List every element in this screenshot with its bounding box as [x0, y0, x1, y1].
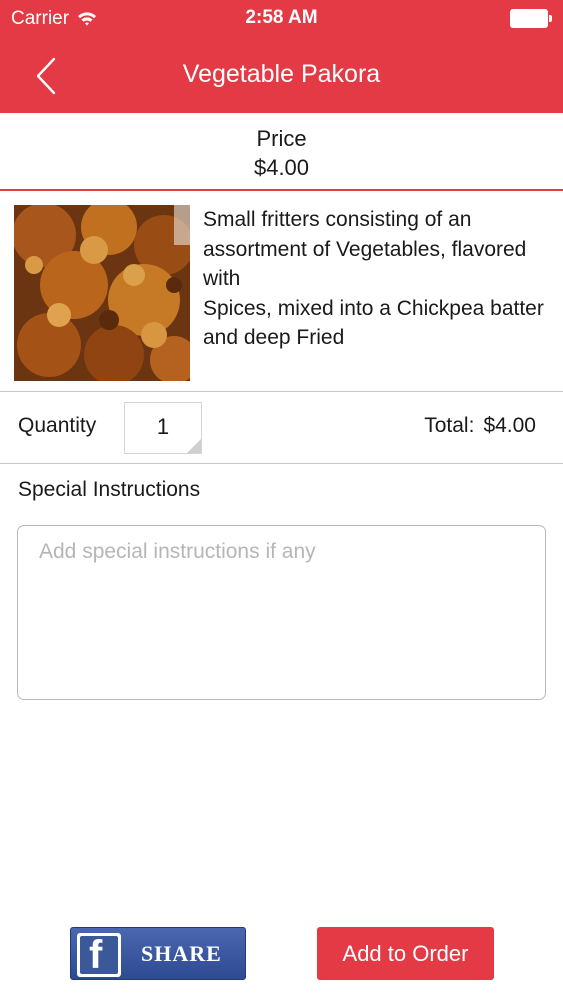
page-title: Vegetable Pakora	[182, 60, 381, 88]
food-image	[14, 205, 190, 381]
special-instructions-placeholder: Add special instructions if any	[39, 540, 316, 563]
facebook-icon: f	[77, 933, 121, 977]
item-details: Small fritters consisting of an assortme…	[0, 191, 563, 392]
price-label: Price	[256, 126, 307, 151]
share-label: SHARE	[141, 941, 222, 966]
quantity-input[interactable]: 1	[124, 402, 202, 454]
price-section: Price $4.00	[0, 113, 563, 191]
special-instructions-input[interactable]: Add special instructions if any	[17, 525, 546, 700]
battery-icon	[510, 9, 552, 28]
facebook-share-button[interactable]: f SHARE	[70, 927, 246, 980]
clock: 2:58 AM	[245, 7, 318, 28]
resize-handle-icon	[187, 439, 201, 453]
total: Total: $4.00	[424, 414, 536, 438]
total-value: $4.00	[483, 414, 536, 437]
add-to-order-button[interactable]: Add to Order	[317, 927, 494, 980]
price-value: $4.00	[253, 155, 310, 180]
special-instructions-label: Special Instructions	[18, 478, 201, 501]
status-bar: Carrier 2:58 AM	[0, 0, 563, 38]
item-description: Small fritters consisting of an assortme…	[203, 208, 544, 349]
header: Carrier 2:58 AM Vegetable Pakora	[0, 0, 563, 113]
quantity-row: Quantity 1 Total: $4.00	[0, 392, 563, 464]
quantity-label: Quantity	[18, 414, 97, 437]
quantity-value: 1	[156, 414, 170, 439]
total-label: Total:	[424, 414, 475, 437]
